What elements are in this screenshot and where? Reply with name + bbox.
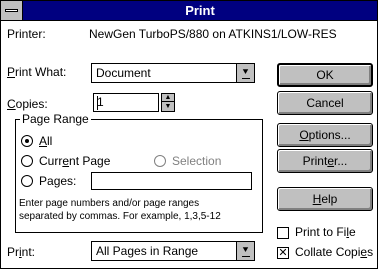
radio-selection [154, 155, 166, 167]
radio-all[interactable] [21, 135, 33, 147]
window-title: Print [185, 3, 215, 18]
printer-name: NewGen TurboPS/880 on ATKINS1/LOW-RES [89, 27, 337, 41]
title-bar: Print [1, 1, 377, 21]
radio-selection-label: Selection [172, 154, 222, 168]
copies-label: Copies: [7, 97, 48, 111]
radio-current-page[interactable] [21, 155, 33, 167]
ok-button[interactable]: OK [277, 63, 373, 87]
print-pages-dropdown[interactable]: All Pages in Range ⯆ [91, 241, 255, 261]
dropdown-arrow-icon[interactable]: ⯆ [236, 64, 254, 82]
copies-value: 1 [97, 95, 104, 109]
print-what-label: Print What: [7, 65, 67, 79]
copies-stepper[interactable]: 1 ▲ ▼ [93, 93, 176, 112]
page-range-hint: Enter page numbers and/or page ranges se… [19, 197, 221, 223]
hint-line-1: Enter page numbers and/or page ranges [19, 198, 200, 209]
dropdown-arrow-icon[interactable]: ⯆ [236, 242, 254, 260]
collate-copies-checkbox[interactable]: ✕ [277, 247, 289, 259]
spin-down-icon[interactable]: ▼ [162, 103, 174, 111]
hint-line-2: separated by commas. For example, 1,3,5-… [19, 211, 221, 222]
print-to-file-checkbox[interactable] [277, 227, 289, 239]
spin-buttons[interactable]: ▲ ▼ [161, 93, 175, 112]
radio-pages-label[interactable]: Pages: [39, 174, 76, 188]
radio-current-page-label[interactable]: Current Page [39, 154, 110, 168]
print-what-dropdown[interactable]: Document ⯆ [91, 63, 255, 83]
printer-button[interactable]: Printer... [277, 149, 373, 173]
cancel-button[interactable]: Cancel [277, 91, 373, 115]
radio-all-label[interactable]: All [39, 134, 52, 148]
print-pages-value: All Pages in Range [96, 244, 199, 258]
system-menu-icon [5, 9, 18, 12]
copies-input[interactable]: 1 [93, 93, 159, 112]
print-what-value: Document [96, 66, 151, 80]
printer-label: Printer: [7, 27, 46, 41]
options-button[interactable]: Options... [277, 123, 373, 147]
pages-input[interactable] [91, 172, 252, 190]
print-label: Print: [7, 245, 36, 259]
system-menu-button[interactable] [1, 1, 23, 20]
help-button[interactable]: Help [277, 187, 373, 211]
radio-pages[interactable] [21, 175, 33, 187]
print-dialog: Print Printer: NewGen TurboPS/880 on ATK… [0, 0, 378, 269]
collate-copies-label[interactable]: Collate Copies [295, 245, 373, 259]
print-to-file-label[interactable]: Print to File [295, 225, 356, 239]
page-range-legend: Page Range [20, 112, 91, 126]
spin-up-icon[interactable]: ▲ [162, 94, 174, 102]
check-mark-icon: ✕ [278, 247, 288, 259]
